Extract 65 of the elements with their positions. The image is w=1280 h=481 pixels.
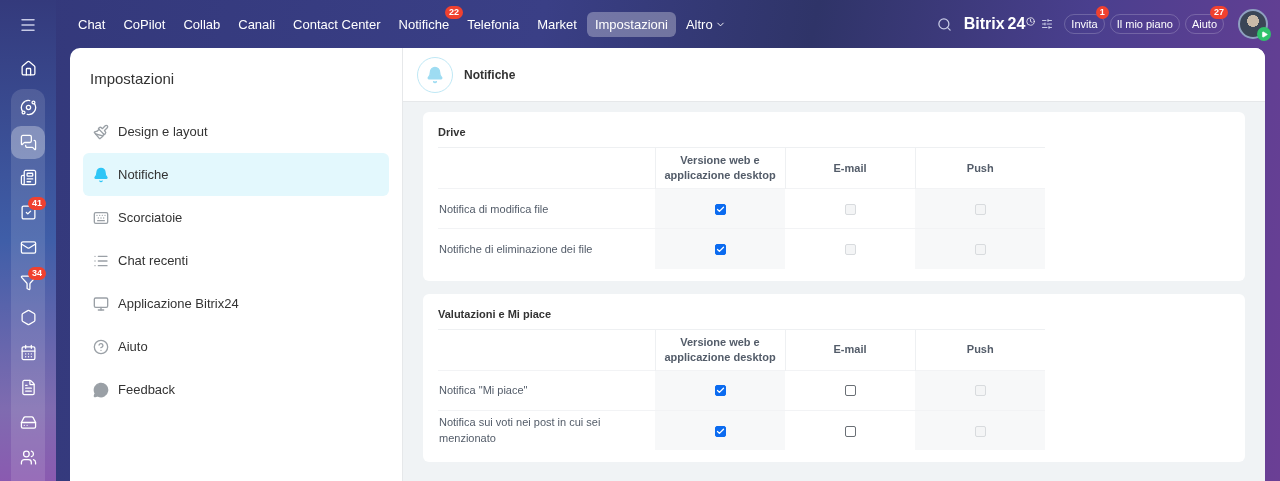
checkbox[interactable] (714, 385, 726, 397)
monitor-icon (93, 295, 109, 312)
column-header: E-mail (785, 147, 915, 189)
orbit-icon (19, 99, 37, 116)
rail-button[interactable] (11, 126, 45, 159)
settings-menu-item[interactable]: Notifiche (83, 153, 389, 196)
hexagon-icon (19, 309, 37, 326)
settings-menu-item[interactable]: Chat recenti (83, 239, 389, 282)
sliders-icon[interactable] (1041, 18, 1054, 30)
nav-tab[interactable]: Collab (175, 11, 229, 37)
count-badge: 1 (1095, 6, 1109, 19)
column-header: E-mail (785, 329, 915, 370)
settings-title: Impostazioni (89, 70, 176, 87)
home-icon (19, 60, 37, 77)
help-icon (93, 338, 109, 355)
avatar[interactable] (1238, 9, 1268, 39)
settings-menu-item[interactable]: Feedback (83, 368, 389, 411)
section-title: Drive (438, 126, 467, 138)
menu-item-label: Design e layout (118, 124, 208, 139)
play-icon (1257, 27, 1271, 41)
page-title: Notifiche (464, 67, 516, 82)
newspaper-icon (19, 169, 37, 186)
menu-item-label: Scorciatoie (118, 210, 183, 225)
menu-item-label: Feedback (118, 382, 176, 397)
settings-menu-item[interactable]: Aiuto (83, 325, 389, 368)
document-icon (19, 379, 37, 396)
checkbox[interactable] (844, 385, 856, 397)
settings-menu-item[interactable]: Design e layout (83, 110, 389, 153)
chat-icon (19, 134, 37, 151)
mail-icon (19, 239, 37, 256)
clock-icon (1026, 17, 1036, 26)
logo-number: 24 (1007, 15, 1026, 33)
calendar-icon (19, 344, 37, 361)
nav-tab[interactable]: Canali (230, 11, 284, 37)
bell-icon (93, 166, 109, 183)
count-badge: 22 (445, 5, 464, 19)
menu-item-label: Chat recenti (118, 253, 189, 268)
section-title: Valutazioni e Mi piace (438, 307, 553, 320)
menu-item-label: Notifiche (118, 167, 169, 182)
speech-bubble-icon (93, 381, 109, 398)
checkbox[interactable] (844, 425, 856, 437)
count-badge: 27 (1210, 6, 1228, 19)
nav-tab[interactable]: Contact Center (285, 11, 389, 37)
nav-tab[interactable]: Market (529, 11, 585, 37)
nav-tab[interactable]: Chat (70, 11, 114, 37)
nav-tab[interactable]: CoPilot (115, 11, 174, 37)
nav-tab[interactable]: Impostazioni (586, 11, 676, 37)
menu-item-label: Aiuto (118, 339, 148, 354)
settings-menu-item[interactable]: Applicazione Bitrix24 (83, 282, 389, 325)
menu-item-label: Applicazione Bitrix24 (118, 296, 239, 311)
menu-icon (19, 16, 37, 34)
logo-text: Bitrix (963, 15, 1005, 33)
checkbox[interactable] (714, 203, 726, 215)
nav-tab[interactable]: Altro (677, 11, 734, 37)
checkbox[interactable] (714, 425, 726, 437)
drive-icon (19, 414, 37, 431)
brush-icon (93, 123, 109, 140)
checkbox[interactable] (714, 244, 726, 255)
settings-menu-item[interactable]: Scorciatoie (83, 196, 389, 239)
count-badge: 34 (28, 267, 46, 280)
count-badge: 41 (28, 197, 46, 210)
search-icon[interactable] (936, 16, 952, 32)
people-icon (19, 449, 37, 466)
checkbox-icon (19, 204, 37, 221)
keyboard-icon (93, 209, 109, 226)
